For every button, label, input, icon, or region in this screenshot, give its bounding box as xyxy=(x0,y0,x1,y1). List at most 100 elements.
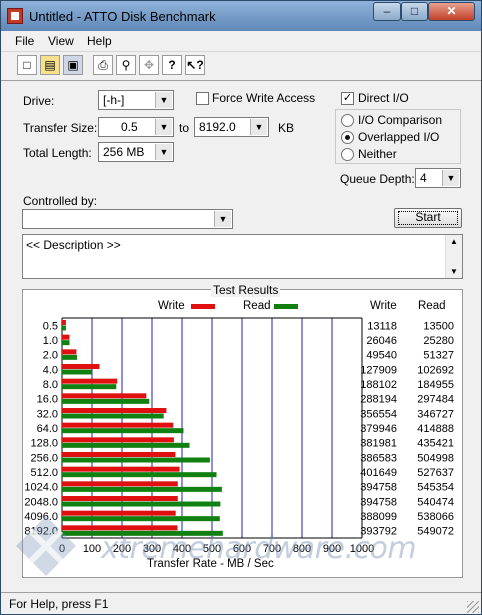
context-help-icon[interactable]: ↖? xyxy=(185,55,205,75)
read-value: 346727 xyxy=(417,408,454,420)
write-value: 401649 xyxy=(360,467,397,479)
queue-depth-value: 4 xyxy=(420,171,427,185)
chevron-down-icon[interactable]: ▼ xyxy=(155,92,172,108)
watermark-text: xtremehardware.com xyxy=(101,531,417,566)
category-label: 1024.0 xyxy=(24,482,58,494)
read-bar xyxy=(62,384,117,390)
to-label: to xyxy=(179,121,190,135)
io-comparison-radio[interactable] xyxy=(341,114,354,127)
write-value: 356554 xyxy=(360,408,397,420)
read-bar xyxy=(62,442,190,448)
chevron-down-icon[interactable]: ▼ xyxy=(250,119,267,135)
transfer-size-to-select[interactable]: 8192.0 ▼ xyxy=(194,117,269,137)
write-value: 379946 xyxy=(360,423,397,435)
category-label: 0.5 xyxy=(43,320,58,332)
description-scrollbar[interactable]: ▲ ▼ xyxy=(445,235,462,278)
print-preview-icon[interactable]: ⚲ xyxy=(116,55,136,75)
move-icon[interactable]: ✥ xyxy=(139,55,159,75)
read-value: 435421 xyxy=(417,438,454,450)
resize-grip[interactable] xyxy=(467,601,479,613)
scroll-up-icon[interactable]: ▲ xyxy=(450,237,458,246)
minimize-button[interactable]: – xyxy=(373,2,401,21)
category-label: 2048.0 xyxy=(24,496,58,508)
write-bar xyxy=(62,437,174,443)
write-bar xyxy=(62,364,100,369)
controlled-by-select[interactable]: ▼ xyxy=(22,209,233,229)
write-value: 388099 xyxy=(360,511,397,523)
write-bar xyxy=(62,496,178,501)
force-write-label: Force Write Access xyxy=(212,91,316,105)
force-write-checkbox[interactable] xyxy=(196,92,209,105)
start-button[interactable]: Start xyxy=(394,208,462,228)
write-bar xyxy=(62,466,180,472)
read-bar xyxy=(62,369,92,375)
title-bar[interactable]: Untitled - ATTO Disk Benchmark – □ ✕ xyxy=(1,1,481,31)
category-label: 1.0 xyxy=(43,335,58,347)
total-length-value: 256 MB xyxy=(103,145,145,159)
drive-label: Drive: xyxy=(23,94,55,108)
print-icon[interactable]: ⎙ xyxy=(93,55,113,75)
description-field[interactable]: << Description >> ▲ ▼ xyxy=(22,234,463,279)
write-value: 188102 xyxy=(360,379,397,391)
menu-help[interactable]: Help xyxy=(87,34,112,48)
read-bar xyxy=(62,428,184,434)
menu-bar: File View Help xyxy=(1,31,481,51)
io-comparison-label: I/O Comparison xyxy=(358,113,443,127)
write-value: 26046 xyxy=(366,335,397,347)
category-label: 32.0 xyxy=(37,408,58,420)
read-value: 184955 xyxy=(417,379,454,391)
write-value: 394758 xyxy=(360,496,397,508)
chevron-down-icon[interactable]: ▼ xyxy=(214,211,231,227)
category-label: 4.0 xyxy=(43,364,58,376)
menu-view[interactable]: View xyxy=(48,34,74,48)
read-value: 51327 xyxy=(423,350,454,362)
help-icon[interactable]: ? xyxy=(162,55,182,75)
close-button[interactable]: ✕ xyxy=(428,2,475,21)
read-value: 102692 xyxy=(417,364,454,376)
save-icon[interactable]: ▣ xyxy=(63,55,83,75)
window-title: Untitled - ATTO Disk Benchmark xyxy=(29,9,216,24)
write-bar xyxy=(62,349,77,355)
read-bar xyxy=(62,398,150,404)
maximize-button[interactable]: □ xyxy=(401,2,428,21)
read-bar xyxy=(62,472,217,478)
write-bar xyxy=(62,334,70,340)
chevron-down-icon[interactable]: ▼ xyxy=(155,144,172,160)
read-bar xyxy=(62,486,222,492)
chevron-down-icon[interactable]: ▼ xyxy=(155,119,172,135)
read-bar xyxy=(62,413,164,419)
read-bar xyxy=(62,354,77,360)
write-bar xyxy=(62,422,174,428)
open-icon[interactable]: ▤ xyxy=(40,55,60,75)
read-bar xyxy=(62,516,220,522)
write-value: 288194 xyxy=(360,394,397,406)
read-value: 13500 xyxy=(423,320,454,332)
read-value: 540474 xyxy=(417,496,454,508)
direct-io-checkbox[interactable]: ✓ xyxy=(341,92,354,105)
overlapped-io-radio[interactable] xyxy=(341,131,354,144)
category-label: 8.0 xyxy=(43,379,58,391)
total-length-select[interactable]: 256 MB ▼ xyxy=(98,142,174,162)
toolbar: □ ▤ ▣ ⎙ ⚲ ✥ ? ↖? xyxy=(1,51,481,81)
read-value: 527637 xyxy=(417,467,454,479)
app-window: Untitled - ATTO Disk Benchmark – □ ✕ Fil… xyxy=(0,0,482,615)
drive-value: [-h-] xyxy=(103,93,125,107)
scroll-down-icon[interactable]: ▼ xyxy=(450,267,458,276)
drive-select[interactable]: [-h-] ▼ xyxy=(98,90,174,110)
chevron-down-icon[interactable]: ▼ xyxy=(442,170,459,186)
transfer-size-from-select[interactable]: 0.5 ▼ xyxy=(98,117,174,137)
read-value: 549072 xyxy=(417,526,454,538)
category-label: 16.0 xyxy=(37,394,58,406)
queue-depth-select[interactable]: 4 ▼ xyxy=(415,168,461,188)
category-label: 128.0 xyxy=(30,438,58,450)
read-bar xyxy=(62,340,70,346)
atto-app-icon xyxy=(7,8,23,24)
status-bar: For Help, press F1 xyxy=(1,592,481,615)
neither-radio[interactable] xyxy=(341,148,354,161)
new-icon[interactable]: □ xyxy=(17,55,37,75)
write-bar xyxy=(62,452,176,457)
x-tick-label: 100 xyxy=(83,543,101,555)
menu-file[interactable]: File xyxy=(15,34,34,48)
overlapped-io-label: Overlapped I/O xyxy=(358,130,440,144)
category-label: 2.0 xyxy=(43,350,58,362)
